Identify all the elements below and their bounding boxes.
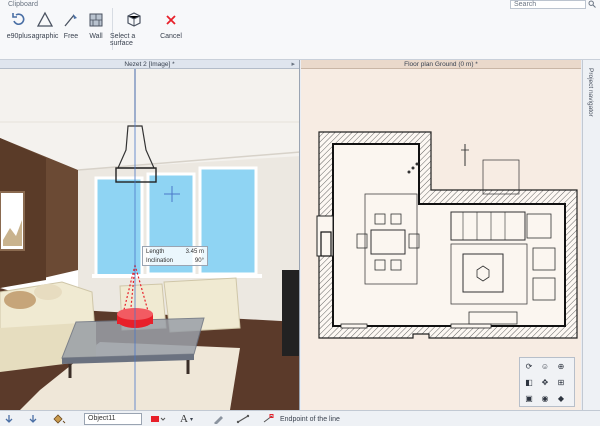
camera-icon[interactable]: ◉ xyxy=(538,392,552,404)
wall-tool[interactable]: Wall xyxy=(85,10,107,50)
floor-plan-title: Floor plan Ground (0 m) * xyxy=(404,61,478,68)
orbit-icon[interactable]: ⟳ xyxy=(522,360,536,372)
status-hint-text: Endpoint of the line xyxy=(280,415,340,423)
fill-bucket-icon[interactable] xyxy=(52,413,66,425)
layer-field-value: Object11 xyxy=(88,415,116,422)
view-3d-title: Nezet 2 [Image] * xyxy=(124,61,175,68)
measure-tooltip: Length 3.45 m Inclination 90° xyxy=(142,246,208,266)
select-surface-label: Select a surface xyxy=(110,33,136,47)
project-navigator-label: Project navigator xyxy=(587,68,594,117)
status-hint: Endpoint of the line xyxy=(280,413,340,425)
select-surface-tool[interactable]: Select a surface xyxy=(110,10,158,50)
fit-icon[interactable]: ⊞ xyxy=(554,376,568,388)
text-tool-icon[interactable]: A ▾ xyxy=(180,413,193,425)
free-draw-icon xyxy=(62,10,80,30)
inclination-label: Inclination xyxy=(146,258,174,264)
ribbon: Clipboard e90plus agraphic Free Wall Sel… xyxy=(0,0,600,60)
search-placeholder: Search xyxy=(514,1,537,8)
pen-icon[interactable] xyxy=(212,413,224,425)
orthographic-tool[interactable]: agraphic xyxy=(28,10,62,50)
pin-icon[interactable]: ▸ xyxy=(291,60,295,69)
zoom-icon[interactable]: ⊕ xyxy=(554,360,568,372)
view-3d-title-bar[interactable]: Nezet 2 [Image] * ▸ xyxy=(0,60,299,69)
ribbon-group-label: Clipboard xyxy=(8,1,38,8)
search-icon[interactable] xyxy=(588,0,596,8)
free-tool-label: Free xyxy=(63,33,79,40)
pan-icon[interactable]: ✥ xyxy=(538,376,552,388)
cancel-tool[interactable]: Cancel xyxy=(158,10,184,50)
bottom-toolbar: Object11 A ▾ Endpoint of the line xyxy=(0,410,600,426)
triangle-icon xyxy=(36,10,54,30)
layer-field[interactable]: Object11 xyxy=(84,413,142,425)
top-view-icon[interactable]: ▣ xyxy=(522,392,536,404)
view-3d-pane[interactable]: Nezet 2 [Image] * ▸ Length 3.45 m Inclina… xyxy=(0,60,300,410)
arrow-down-icon[interactable] xyxy=(28,413,38,425)
measure-tool-icon[interactable] xyxy=(236,413,250,425)
snap-down-icon[interactable] xyxy=(4,413,14,425)
length-value: 3.45 m xyxy=(185,249,204,255)
rotate-icon xyxy=(10,10,28,30)
endpoint-snap-icon[interactable] xyxy=(262,413,274,425)
project-navigator-tab[interactable]: Project navigator xyxy=(582,60,600,410)
tv-stand xyxy=(282,270,299,356)
wall-icon xyxy=(87,10,105,30)
view-navigation-panel[interactable]: ⟳ ☺ ⊕ ◧ ✥ ⊞ ▣ ◉ ◆ xyxy=(519,357,575,407)
wall-tool-label: Wall xyxy=(89,33,103,40)
room-3d-render xyxy=(0,60,299,410)
cancel-tool-label: Cancel xyxy=(160,33,182,40)
orthographic-tool-label: agraphic xyxy=(31,33,59,40)
line-color-icon[interactable] xyxy=(150,413,166,425)
reset-view-icon[interactable]: ◆ xyxy=(554,392,568,404)
cube-select-icon xyxy=(125,10,143,30)
close-icon xyxy=(164,10,178,30)
inclination-value: 90° xyxy=(194,258,204,264)
free-tool[interactable]: Free xyxy=(59,10,83,50)
walk-icon[interactable]: ☺ xyxy=(538,360,552,372)
search-input[interactable]: Search xyxy=(510,0,586,9)
cube-view-icon[interactable]: ◧ xyxy=(522,376,536,388)
length-label: Length xyxy=(146,249,165,255)
floor-plan-title-bar[interactable]: Floor plan Ground (0 m) * xyxy=(301,60,581,69)
